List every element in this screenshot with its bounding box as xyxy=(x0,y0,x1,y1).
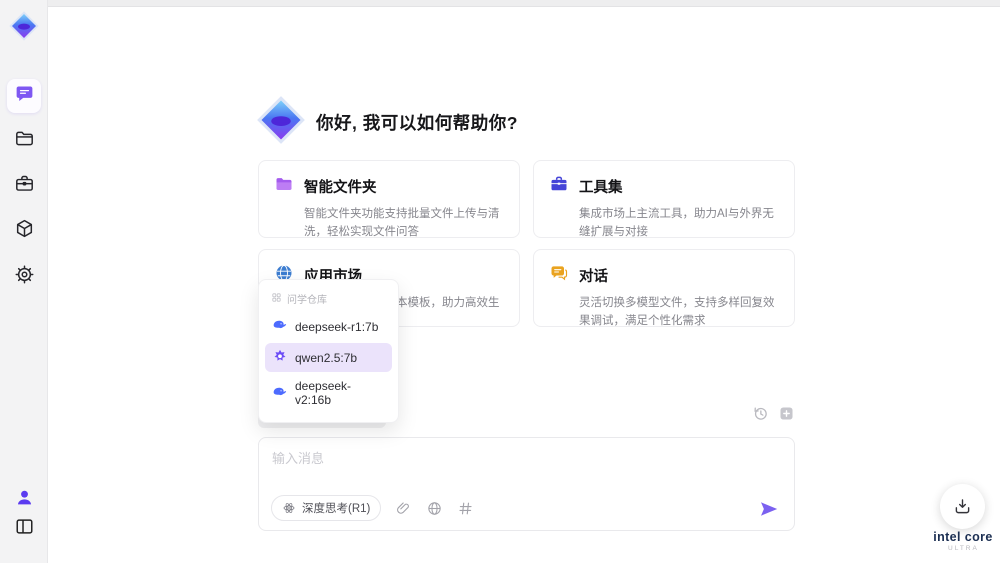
new-chat-icon[interactable] xyxy=(778,405,795,422)
sidebar-item-toolbox[interactable] xyxy=(7,169,41,203)
card-title: 工具集 xyxy=(579,180,623,196)
model-option-label: deepseek-v2:16b xyxy=(295,379,352,407)
intel-core-label: intel core xyxy=(933,530,993,544)
repository-icon xyxy=(271,292,282,306)
sidebar-item-settings[interactable] xyxy=(7,260,41,294)
gear-icon xyxy=(14,264,35,290)
deep-think-label: 深度思考(R1) xyxy=(302,503,371,515)
cube-icon xyxy=(14,218,35,244)
sidebar-item-collapse[interactable] xyxy=(7,512,41,546)
model-option-deepseek-r1[interactable]: deepseek-r1:7b xyxy=(265,312,392,341)
composer: 深度思考(R1) xyxy=(258,437,795,531)
card-title: 智能文件夹 xyxy=(304,180,377,196)
window-top-strip xyxy=(48,0,1000,7)
paperclip-icon[interactable] xyxy=(395,500,412,517)
model-dropdown-header-label: 问学仓库 xyxy=(287,295,327,306)
model-option-label: qwen2.5:7b xyxy=(295,350,358,365)
gem-logo-icon xyxy=(255,94,307,151)
hash-icon[interactable] xyxy=(457,500,474,517)
card-title: 对话 xyxy=(579,269,608,285)
chat-icon xyxy=(14,83,35,109)
message-input[interactable] xyxy=(272,448,772,486)
history-icon[interactable] xyxy=(752,405,769,422)
sidebar-item-chat[interactable] xyxy=(7,79,41,113)
web-search-icon[interactable] xyxy=(426,500,443,517)
app-logo-icon xyxy=(8,10,40,42)
deep-think-toggle[interactable]: 深度思考(R1) xyxy=(271,495,382,521)
model-option-deepseek-v2[interactable]: deepseek-v2:16b xyxy=(265,374,392,412)
card-desc: 集成市场上主流工具，助力AI与外界无缝扩展与对接 xyxy=(579,208,774,238)
model-option-qwen[interactable]: qwen2.5:7b xyxy=(265,343,392,372)
composer-toolbar: 深度思考(R1) xyxy=(271,495,474,521)
briefcase-icon xyxy=(549,174,569,199)
model-dropdown-header: 问学仓库 xyxy=(259,285,398,310)
sidebar-item-folders[interactable] xyxy=(7,124,41,158)
conversation-actions xyxy=(752,405,795,422)
card-desc: 智能文件夹功能支持批量文件上传与清洗，轻松实现文件问答 xyxy=(304,208,500,238)
model-option-label: deepseek-r1:7b xyxy=(295,319,379,334)
download-icon xyxy=(955,499,970,514)
sidebar xyxy=(0,0,48,563)
deepseek-whale-icon xyxy=(272,317,288,336)
briefcase-icon xyxy=(14,173,35,199)
user-icon xyxy=(14,487,35,513)
card-toolset[interactable]: 工具集 集成市场上主流工具，助力AI与外界无缝扩展与对接 xyxy=(533,160,795,238)
deepseek-whale-icon xyxy=(272,384,288,403)
atom-icon xyxy=(283,503,295,513)
intel-tier-label: ULTRA xyxy=(948,545,979,552)
card-desc: 灵活切换多模型文件，支持多样回复效果调试，满足个性化需求 xyxy=(579,297,775,327)
card-smart-folder[interactable]: 智能文件夹 智能文件夹功能支持批量文件上传与清洗，轻松实现文件问答 xyxy=(258,160,520,238)
qwen-icon xyxy=(272,348,288,367)
card-conversation[interactable]: 对话 灵活切换多模型文件，支持多样回复效果调试，满足个性化需求 xyxy=(533,249,795,327)
sidebar-item-models[interactable] xyxy=(7,214,41,248)
model-dropdown: 问学仓库 deepseek-r1:7b qwen2.5:7b deepseek-… xyxy=(258,279,399,423)
greeting: 你好, 我可以如何帮助你? xyxy=(255,94,518,151)
folder-icon xyxy=(274,174,294,199)
chat-icon xyxy=(549,263,569,288)
download-button[interactable] xyxy=(940,484,985,529)
folder-icon xyxy=(14,128,35,154)
panel-icon xyxy=(14,516,35,542)
intel-core-badge: intel core ULTRA xyxy=(922,530,1000,552)
greeting-title: 你好, 我可以如何帮助你? xyxy=(316,113,518,133)
app-window: 你好, 我可以如何帮助你? 智能文件夹 智能文件夹功能支持批量文件上传与清洗，轻… xyxy=(0,0,1000,563)
send-icon[interactable] xyxy=(757,497,781,521)
